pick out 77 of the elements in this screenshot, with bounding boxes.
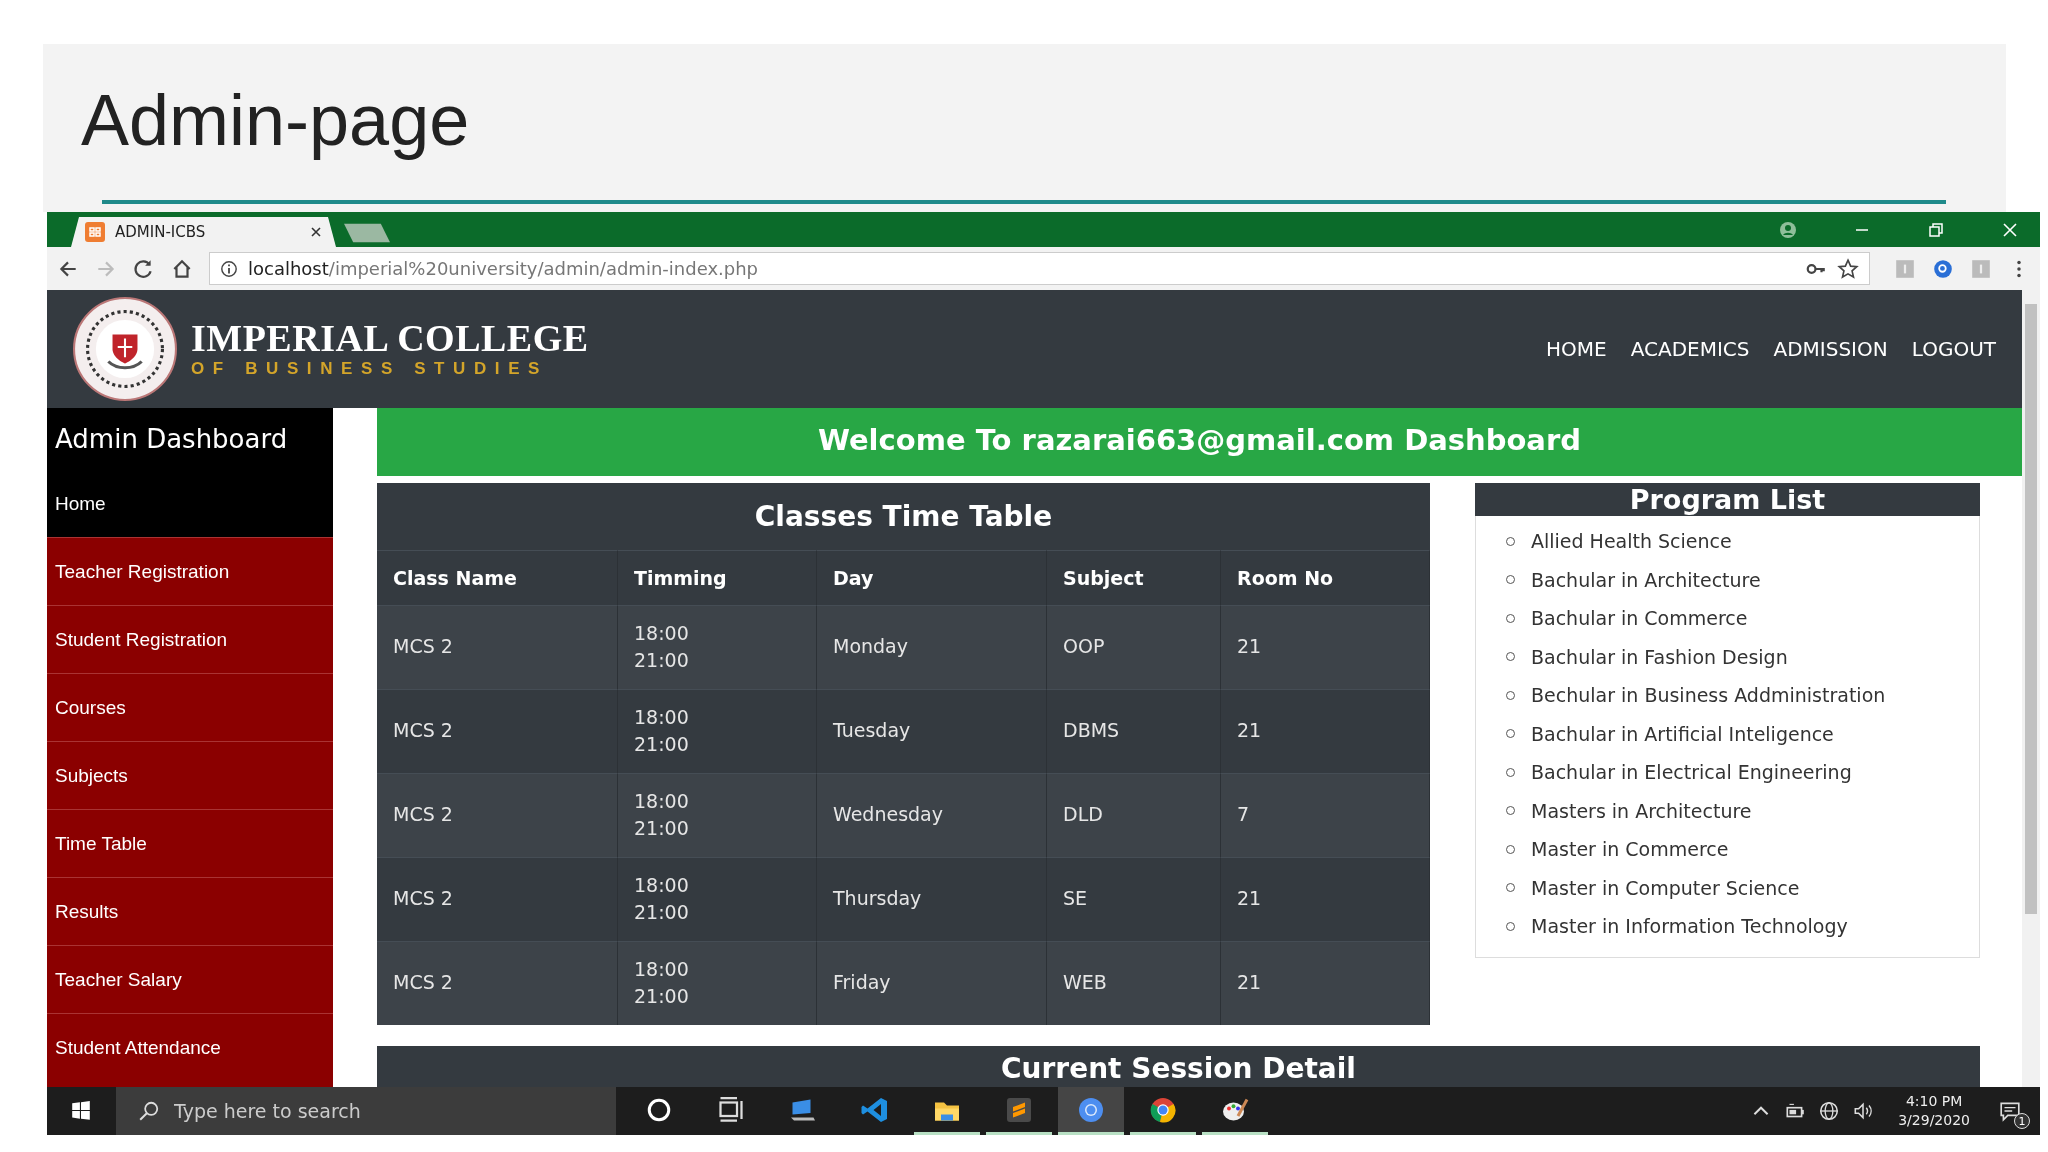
- program-item: Bachular in Architecture: [1531, 568, 1761, 591]
- table-cell: OOP: [1047, 604, 1221, 689]
- nav-link[interactable]: HOME: [1545, 337, 1607, 361]
- table-cell: Friday: [817, 940, 1047, 1025]
- sidebar-title: Admin Dashboard: [47, 408, 333, 470]
- program-item: Bachular in Fashion Design: [1531, 645, 1788, 668]
- close-icon[interactable]: [310, 226, 322, 238]
- program-item: Master in Computer Science: [1531, 876, 1800, 899]
- globe-icon[interactable]: [1818, 1100, 1841, 1122]
- task-view-icon: [716, 1094, 746, 1125]
- table-cell: 18:00 21:00: [618, 604, 817, 689]
- windows-start-icon[interactable]: [70, 1100, 92, 1122]
- table-cell: 18:00 21:00: [618, 772, 817, 857]
- search-icon: [138, 1100, 160, 1122]
- message-icon: [1999, 1100, 2021, 1122]
- new-tab-button[interactable]: [344, 223, 390, 243]
- table-cell: 21: [1221, 604, 1430, 689]
- home-icon[interactable]: [171, 257, 193, 280]
- sidebar-item[interactable]: Home: [47, 470, 333, 537]
- table-cell: MCS 2: [377, 940, 618, 1025]
- column-header: Timming: [618, 549, 817, 605]
- session-title: Current Session Detail: [1001, 1051, 1356, 1087]
- table-cell: Tuesday: [817, 688, 1047, 773]
- browser-tab[interactable]: ADMIN-ICBS: [71, 217, 336, 247]
- welcome-banner: Welcome To razarai663@gmail.com Dashboard: [377, 408, 2022, 476]
- profile-icon[interactable]: [1778, 219, 1798, 240]
- timetable-title: Classes Time Table: [753, 498, 1054, 535]
- table-cell: 21: [1221, 856, 1430, 941]
- speaker-icon[interactable]: [1852, 1100, 1875, 1122]
- scrollbar[interactable]: [2022, 290, 2040, 1087]
- table-cell: 18:00 21:00: [618, 856, 817, 941]
- taskbar-search-field[interactable]: Type here to search: [116, 1087, 616, 1135]
- program-item: Masters in Architecture: [1531, 799, 1752, 822]
- table-cell: Monday: [817, 604, 1047, 689]
- table-cell: 21: [1221, 940, 1430, 1025]
- table-cell: MCS 2: [377, 772, 618, 857]
- taskbar-button[interactable]: [1058, 1087, 1124, 1135]
- notification-button[interactable]: 1: [1990, 1091, 2030, 1131]
- app-icon: [85, 222, 105, 242]
- college-name: IMPERIAL COLLEGE: [191, 319, 589, 359]
- program-item: Allied Health Science: [1531, 530, 1732, 552]
- nav-link[interactable]: LOGOUT: [1911, 337, 1996, 361]
- column-header: Subject: [1047, 549, 1221, 605]
- table-cell: 7: [1221, 772, 1430, 857]
- program-item: Bachular in Commerce: [1531, 607, 1748, 629]
- scrollbar-thumb[interactable]: [2025, 304, 2037, 914]
- table-cell: 18:00 21:00: [618, 940, 817, 1025]
- info-icon: [220, 259, 238, 278]
- table-cell: MCS 2: [377, 856, 618, 941]
- college-subtitle: OF BUSINESS STUDIES: [191, 358, 550, 379]
- reload-icon[interactable]: [133, 257, 155, 280]
- clock[interactable]: 4:10 PM 3/29/2020: [1898, 1092, 1970, 1130]
- star-icon[interactable]: [1837, 257, 1859, 280]
- table-cell: 21: [1221, 688, 1430, 773]
- program-item: Bechular in Business Addministration: [1531, 684, 1886, 706]
- table-cell: MCS 2: [377, 688, 618, 773]
- column-header: Day: [817, 549, 1047, 605]
- table-cell: DBMS: [1047, 688, 1221, 773]
- program-item: Bachular in Artificial Inteligence: [1531, 722, 1834, 745]
- column-header: Room No: [1221, 549, 1430, 605]
- table-cell: SE: [1047, 856, 1221, 941]
- table-cell: 18:00 21:00: [618, 688, 817, 773]
- program-item: Bachular in Electrical Engineering: [1531, 761, 1852, 783]
- table-cell: MCS 2: [377, 604, 618, 689]
- program-item: Master in Information Technology: [1531, 915, 1848, 937]
- program-list-title: Program List: [1475, 482, 1980, 516]
- extension-icon[interactable]: [1932, 257, 1954, 280]
- notification-count: 1: [2014, 1113, 2030, 1129]
- program-item: Master in Commerce: [1531, 838, 1729, 860]
- nav-link[interactable]: ACADEMICS: [1630, 337, 1750, 361]
- address-bar[interactable]: localhost/imperial%20university/admin/admin-index.php: [209, 252, 1870, 285]
- column-header: Class Name: [377, 549, 618, 605]
- nav-link[interactable]: ADMISSION: [1773, 337, 1888, 361]
- table-cell: Thursday: [817, 856, 1047, 941]
- table-cell: WEB: [1047, 940, 1221, 1025]
- table-cell: DLD: [1047, 772, 1221, 857]
- table-cell: Wednesday: [817, 772, 1047, 857]
